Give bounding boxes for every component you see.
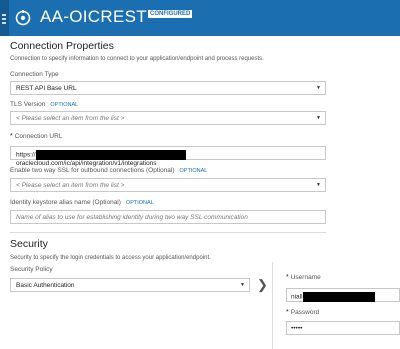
identity-alias-placeholder: Name of alias to use for establishing id… (16, 214, 248, 221)
security-policy-select[interactable]: Basic Authentication ▼ (10, 278, 250, 292)
identity-alias-input[interactable]: Name of alias to use for establishing id… (10, 210, 326, 224)
username-field[interactable]: niall (286, 288, 400, 302)
tls-version-select[interactable]: < Please select an item from the list > … (10, 111, 326, 125)
dropdown-caret-icon: ▼ (240, 282, 245, 288)
required-asterisk-icon: * (286, 309, 289, 316)
connection-type-select[interactable]: REST API Base URL ▼ (10, 81, 326, 95)
connection-url-label: * Connection URL (10, 133, 63, 140)
app-title: AA-OICREST (40, 7, 147, 26)
security-description: Security to specify the login credential… (10, 255, 211, 261)
optional-tag: OPTIONAL (50, 102, 79, 108)
connection-logo-icon (15, 10, 31, 26)
navigator-toggle[interactable] (0, 0, 9, 36)
security-policy-value: Basic Authentication (16, 282, 75, 289)
connection-url-field[interactable]: https://oraclecloud.com/ic/api/integrati… (10, 146, 326, 167)
two-way-ssl-label: Enable two way SSL for outbound connecti… (10, 167, 208, 174)
identity-alias-label: Identity keystore alias name (Optional) O… (10, 199, 154, 206)
username-label: * Username (286, 274, 321, 281)
tls-version-label: TLS Version OPTIONAL (10, 101, 79, 108)
optional-tag: OPTIONAL (125, 200, 154, 206)
dropdown-caret-icon: ▼ (316, 85, 321, 91)
dropdown-caret-icon: ▼ (316, 115, 321, 121)
chevron-right-icon[interactable]: ❯ (257, 277, 268, 293)
security-policy-label: Security Policy (10, 266, 53, 273)
redacted-username-block (302, 292, 375, 302)
two-way-ssl-placeholder: < Please select an item from the list > (16, 182, 125, 189)
section-divider (10, 232, 326, 233)
app-header: AA-OICREST CONFIGURED (0, 0, 400, 36)
two-way-ssl-select[interactable]: < Please select an item from the list > … (10, 178, 326, 192)
password-label: * Password (286, 309, 320, 316)
status-badge: CONFIGURED (148, 10, 193, 18)
tls-version-placeholder: < Please select an item from the list > (16, 115, 125, 122)
panel-divider (272, 262, 273, 349)
required-asterisk-icon: * (10, 133, 13, 140)
dropdown-caret-icon: ▼ (316, 182, 321, 188)
connection-properties-title: Connection Properties (10, 40, 114, 52)
connection-type-label: Connection Type (10, 71, 59, 78)
connection-type-value: REST API Base URL (16, 85, 77, 92)
connection-properties-description: Connection to specify information to con… (10, 56, 264, 62)
password-field[interactable]: ••••• (286, 321, 400, 335)
required-asterisk-icon: * (286, 274, 289, 281)
redacted-host-block (35, 150, 186, 160)
optional-tag: OPTIONAL (179, 168, 208, 174)
security-title: Security (10, 238, 48, 250)
